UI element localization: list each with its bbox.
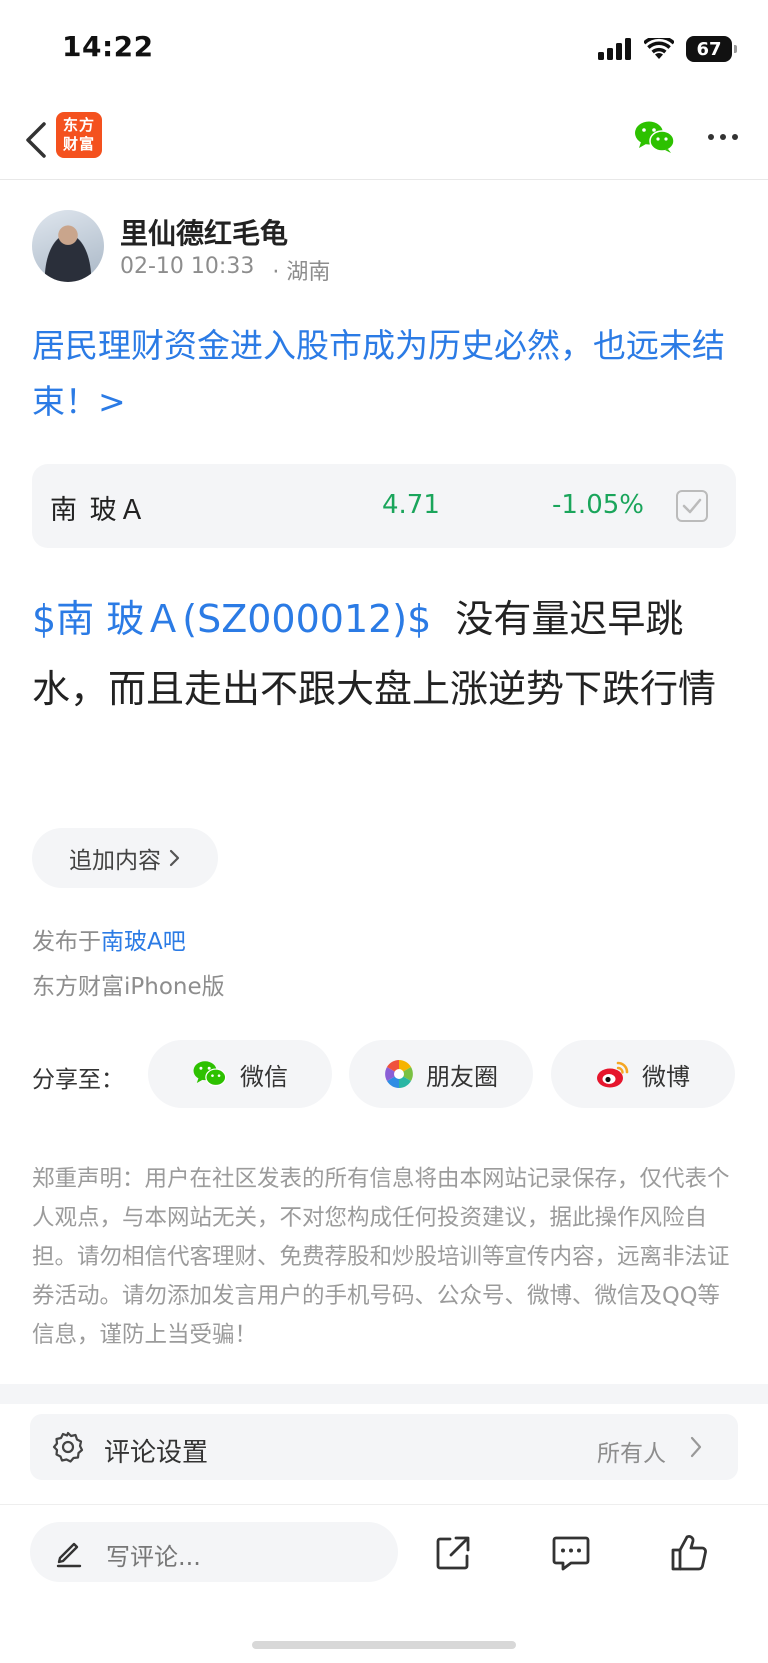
comment-settings-value: 所有人	[597, 1441, 666, 1467]
add-content-button[interactable]: 追加内容	[32, 828, 218, 888]
wechat-icon	[193, 1061, 227, 1087]
gear-icon	[52, 1431, 84, 1463]
disclaimer: 郑重声明：用户在社区发表的所有信息将由本网站记录保存，仅代表个人观点，与本网站无…	[32, 1166, 730, 1348]
chevron-right-icon	[169, 849, 180, 867]
post-location: · 湖南	[272, 260, 331, 285]
share-wechat-button[interactable]: 微信	[148, 1040, 332, 1108]
comment-input-placeholder: 写评论...	[106, 1543, 201, 1571]
status-bar: 14:22 67	[0, 0, 768, 96]
moments-icon	[385, 1060, 413, 1088]
more-button[interactable]	[700, 114, 746, 160]
stock-tag-link[interactable]: $南 玻Ａ(SZ000012)$	[32, 597, 431, 641]
avatar[interactable]	[32, 210, 104, 282]
weibo-icon	[597, 1061, 629, 1088]
share-icon	[436, 1536, 470, 1570]
add-watchlist-checkbox[interactable]	[676, 490, 708, 522]
post-title[interactable]: 居民理财资金进入股市成为历史必然，也远未结束！>	[32, 318, 738, 430]
bottom-bar-divider	[0, 1504, 768, 1505]
status-time: 14:22	[62, 30, 154, 63]
share-wechat-label: 微信	[240, 1062, 288, 1091]
wechat-share-button[interactable]	[632, 114, 678, 160]
comment-settings-row[interactable]: 评论设置 所有人	[30, 1414, 738, 1480]
logo-line-1: 东方	[62, 116, 95, 134]
comment-input[interactable]: 写评论...	[30, 1522, 398, 1582]
comments-button[interactable]	[546, 1528, 596, 1578]
comment-icon	[552, 1536, 590, 1571]
share-moments-label: 朋友圈	[426, 1062, 498, 1091]
add-content-label: 追加内容	[69, 848, 161, 874]
posted-in: 发布于南玻A吧	[32, 922, 186, 956]
app-logo[interactable]: 东方 财富	[56, 112, 102, 158]
home-indicator	[252, 1641, 516, 1649]
author-info: 里仙德红毛龟 02-10 10:33 · 湖南	[32, 210, 736, 286]
author-meta: 02-10 10:33 · 湖南	[120, 254, 330, 286]
share-label: 分享至：	[32, 1067, 124, 1093]
section-divider	[0, 1384, 768, 1404]
post-body: $南 玻Ａ(SZ000012)$ 没有量迟早跳水，而且走出不跟大盘上涨逆势下跌行情	[32, 584, 740, 724]
status-icons: 67	[598, 34, 737, 64]
post-datetime: 02-10 10:33	[120, 254, 255, 279]
wifi-icon	[644, 38, 674, 59]
check-icon	[682, 498, 702, 514]
share-button[interactable]	[428, 1528, 478, 1578]
share-moments-button[interactable]: 朋友圈	[349, 1040, 533, 1108]
stock-quote-card[interactable]: 南 玻Ａ 4.71 -1.05%	[32, 464, 736, 548]
stock-price: 4.71	[382, 490, 440, 520]
battery-icon: 67	[686, 36, 737, 62]
back-button[interactable]	[14, 116, 58, 164]
comment-settings-label: 评论设置	[104, 1438, 209, 1468]
author-name[interactable]: 里仙德红毛龟	[120, 212, 288, 252]
chevron-right-icon	[690, 1436, 702, 1458]
wechat-icon	[635, 121, 675, 153]
share-weibo-label: 微博	[642, 1062, 690, 1091]
like-button[interactable]	[664, 1528, 714, 1578]
stock-name: 南 玻Ａ	[50, 495, 148, 526]
thumbs-up-icon	[671, 1535, 707, 1571]
client-source: 东方财富iPhone版	[32, 974, 225, 1000]
posted-in-prefix: 发布于	[32, 929, 101, 955]
stock-change: -1.05%	[552, 490, 644, 520]
pen-icon	[56, 1542, 82, 1568]
cellular-signal-icon	[598, 38, 631, 60]
logo-line-2: 财富	[62, 135, 95, 153]
stock-bar-link[interactable]: 南玻A吧	[101, 929, 186, 955]
share-weibo-button[interactable]: 微博	[551, 1040, 735, 1108]
nav-bar: 东方 财富	[0, 100, 768, 180]
more-dots-icon	[708, 134, 738, 140]
chevron-left-icon	[26, 122, 46, 158]
